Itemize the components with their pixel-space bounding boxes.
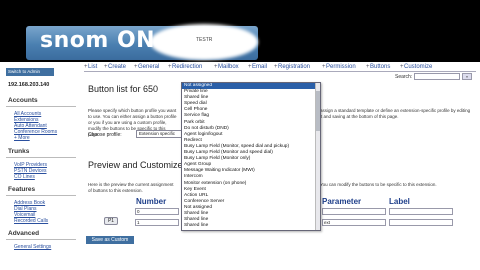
menu-separator: + [84,64,88,70]
snom-logo: snom ON [40,28,156,53]
main-menu: + List + Create + General + Redirection … [84,64,476,72]
menu-buttons[interactable]: Buttons [370,64,390,70]
column-header-label: Label [389,197,410,206]
menu-separator: + [366,64,370,70]
page-title: Button list for 650 [88,84,159,94]
header: snom ON TESTR [0,0,480,62]
choose-profile-label: Choose profile: [88,132,122,138]
row-label-field[interactable] [389,219,453,226]
dropdown-options: Not assigned Private line Shared line Speed… [182,83,320,229]
menu-separator: + [322,64,326,70]
switch-to-admin-button[interactable]: Switch to Admin [6,68,54,76]
menu-separator: + [214,64,218,70]
menu-separator: + [134,64,138,70]
menu-email[interactable]: Email [252,64,267,70]
menu-separator: + [274,64,278,70]
server-ip: 192.168.203.140 [8,82,50,88]
menu-separator: + [248,64,252,70]
menu-customize[interactable]: Customize [404,64,432,70]
button-type-dropdown[interactable]: Not assigned Private line Shared line Speed… [181,82,321,231]
menu-registration[interactable]: Registration [278,64,310,70]
row-number-field[interactable]: 0 [135,208,179,215]
intro-text-right: assign a standard template or define an … [320,108,471,119]
save-as-custom-button[interactable]: Save as Custom [86,236,134,244]
row-label-field[interactable] [389,208,453,215]
row-number-field[interactable]: 1 [135,219,179,226]
column-header-parameter: Parameter [322,197,362,206]
menu-separator: + [168,64,172,70]
sidebar-heading-trunks: Trunks [8,148,30,155]
sidebar-link-general-settings[interactable]: General Settings [14,244,51,250]
menu-separator: + [400,64,404,70]
preview-text: Here is the preview the current assignme… [88,182,174,193]
row-parameter-field[interactable]: ext [322,219,386,226]
menu-mailbox[interactable]: Mailbox [218,64,239,70]
sidebar-heading-features: Features [8,186,36,193]
menu-general[interactable]: General [138,64,159,70]
sidebar-link-recorded-calls[interactable]: Recorded Calls [14,218,48,224]
column-header-number: Number [136,197,167,206]
redacted-text: TESTR [196,37,213,43]
preview-heading: Preview and Customize [88,160,183,170]
menu-permission[interactable]: Permission [326,64,356,70]
divider [6,195,76,196]
search-input[interactable] [414,73,460,80]
preview-text-right: You can modify the buttons to be specifi… [320,182,437,187]
row-parameter-field[interactable] [322,208,386,215]
divider [6,106,76,107]
divider [6,157,76,158]
menu-separator: + [104,64,108,70]
sidebar-heading-accounts: Accounts [8,97,38,104]
scrollbar-thumb[interactable] [316,91,320,131]
menu-list[interactable]: List [88,64,97,70]
divider [6,239,76,240]
sidebar-heading-advanced: Advanced [8,230,40,237]
profile-select[interactable]: Extension specific [136,130,186,138]
search-button[interactable]: » [462,73,472,80]
menu-create[interactable]: Create [108,64,126,70]
dropdown-scrollbar[interactable] [315,83,320,230]
menu-redirection[interactable]: Redirection [172,64,202,70]
sidebar-link-more[interactable]: + More [14,135,30,141]
p1-button[interactable]: P1 [104,217,118,225]
dropdown-option[interactable]: Shared line [182,223,320,229]
sidebar-link-co-lines[interactable]: CO Lines [14,174,35,180]
sidebar: Switch to Admin 192.168.203.140 Accounts… [2,64,80,268]
search-label: Search: [395,74,413,80]
